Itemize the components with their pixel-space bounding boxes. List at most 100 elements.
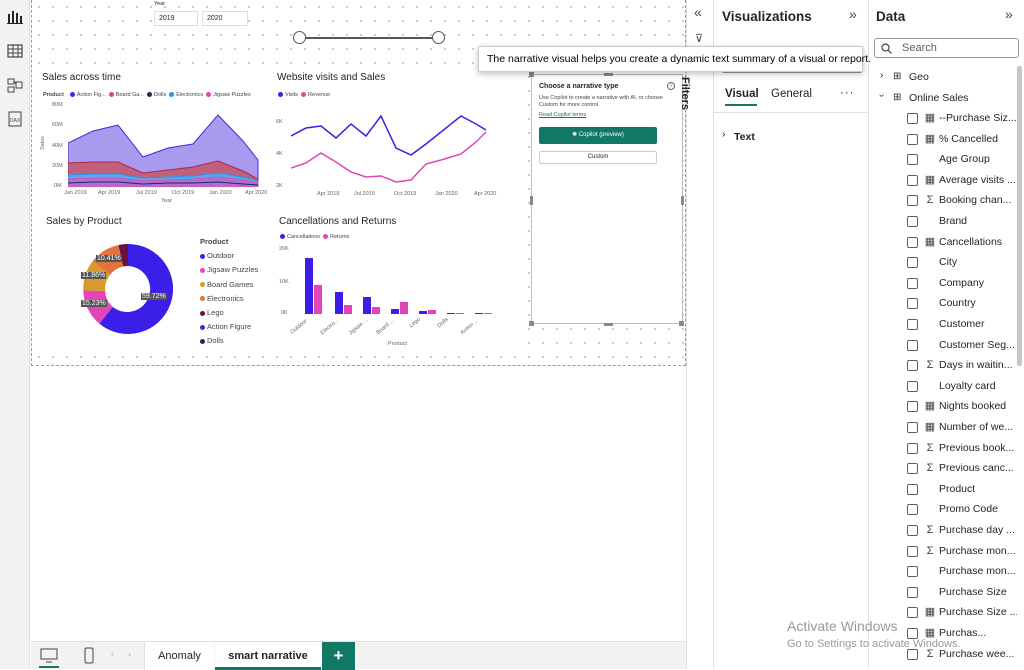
field-item[interactable]: Σ Purchase day ...: [869, 520, 1017, 540]
field-item[interactable]: ▦% Cancelled: [869, 129, 1017, 149]
field-checkbox[interactable]: [907, 463, 918, 475]
field-checkbox[interactable]: [907, 113, 918, 124]
resize-handle[interactable]: [679, 321, 684, 326]
desktop-layout-icon[interactable]: [40, 648, 58, 663]
field-checkbox[interactable]: [907, 319, 918, 330]
resize-handle[interactable]: [529, 72, 534, 77]
field-checkbox[interactable]: [907, 257, 918, 269]
field-item[interactable]: Promo Code: [869, 499, 1017, 519]
field-item[interactable]: Customer: [869, 314, 1017, 334]
field-item[interactable]: ▦ Cancellations: [869, 232, 1017, 252]
collapse-chevron-icon[interactable]: »: [849, 6, 857, 22]
resize-handle[interactable]: [681, 196, 684, 205]
field-item[interactable]: Σ Booking chan...: [869, 190, 1017, 210]
field-item[interactable]: Σ Days in waitin...: [869, 355, 1017, 375]
search-input[interactable]: Search: [902, 42, 937, 54]
resize-handle[interactable]: [530, 196, 533, 205]
collapse-chevron-icon[interactable]: »: [1005, 6, 1013, 22]
field-checkbox[interactable]: [907, 483, 918, 495]
field-checkbox[interactable]: [907, 380, 918, 392]
field-checkbox[interactable]: [907, 586, 918, 598]
field-item[interactable]: Customer Seg...: [869, 335, 1017, 355]
field-checkbox[interactable]: [907, 216, 918, 227]
field-checkbox[interactable]: [907, 401, 918, 413]
field-checkbox[interactable]: [907, 607, 918, 619]
field-checkbox[interactable]: [907, 360, 918, 372]
field-checkbox[interactable]: [907, 566, 918, 578]
field-checkbox[interactable]: [907, 154, 918, 166]
field-item[interactable]: ▦ Nights booked: [869, 396, 1017, 416]
slicer-from-input[interactable]: 2019: [154, 11, 198, 26]
model-view-icon[interactable]: [6, 76, 24, 94]
website-visits-chart[interactable]: Website visits and Sales Visits Revenue 6…: [273, 70, 521, 208]
report-view-icon[interactable]: [6, 8, 24, 26]
legend-item: Visits: [285, 92, 299, 98]
field-checkbox[interactable]: [907, 133, 918, 145]
scrollbar[interactable]: [1017, 66, 1022, 366]
field-item[interactable]: ▦ --Purchase Siz...: [869, 108, 1017, 128]
next-page-icon[interactable]: ›: [128, 649, 131, 659]
field-checkbox[interactable]: [907, 442, 918, 454]
field-checkbox[interactable]: [907, 525, 918, 536]
cancellations-returns-chart[interactable]: Cancellations and Returns Cancellations R…: [275, 214, 521, 354]
section-text[interactable]: Text: [734, 131, 755, 143]
field-item[interactable]: Purchase Size: [869, 582, 1017, 602]
tab-smart-narrative[interactable]: smart narrative: [215, 642, 321, 670]
tab-general[interactable]: General: [771, 88, 812, 100]
field-checkbox[interactable]: [907, 174, 918, 186]
field-item[interactable]: Company: [869, 273, 1017, 293]
year-slicer[interactable]: Year 2019 2020: [150, 0, 480, 44]
prev-page-icon[interactable]: ‹: [111, 649, 114, 659]
slicer-end-handle[interactable]: [432, 31, 445, 44]
field-checkbox[interactable]: [907, 277, 918, 289]
tab-visual[interactable]: Visual: [725, 88, 759, 100]
field-checkbox[interactable]: [907, 298, 918, 310]
custom-button[interactable]: Custom: [539, 151, 657, 164]
more-options-icon[interactable]: ···: [840, 87, 855, 99]
field-item[interactable]: ▦ Average visits ...: [869, 170, 1017, 190]
copilot-terms-link[interactable]: Read Copilot terms: [539, 112, 586, 118]
filters-collapsed-strip[interactable]: « ⊽ Filters: [679, 0, 713, 669]
sales-across-time-chart[interactable]: Sales across time Product Action Fig... Bo…: [38, 70, 274, 208]
expand-chevron-icon[interactable]: «: [694, 4, 702, 20]
info-icon[interactable]: i: [667, 82, 675, 90]
field-item[interactable]: City: [869, 252, 1017, 272]
field-item[interactable]: Age Group: [869, 149, 1017, 169]
field-item[interactable]: Σ Previous book...: [869, 438, 1017, 458]
mobile-layout-icon[interactable]: [83, 647, 95, 664]
resize-handle[interactable]: [529, 321, 534, 326]
field-item[interactable]: ▦ Number of we...: [869, 417, 1017, 437]
search-box[interactable]: Search: [874, 38, 1019, 58]
field-checkbox[interactable]: [907, 195, 918, 207]
field-checkbox[interactable]: [907, 648, 918, 660]
field-item[interactable]: Country: [869, 293, 1017, 313]
filters-label[interactable]: Filters: [679, 77, 691, 110]
copilot-button[interactable]: ✺ Copilot (preview): [539, 127, 657, 144]
field-checkbox[interactable]: [907, 236, 918, 248]
resize-handle[interactable]: [604, 73, 613, 76]
dax-query-view-icon[interactable]: DAX: [6, 110, 24, 128]
expand-section-icon[interactable]: ›: [722, 129, 725, 140]
sales-by-product-chart[interactable]: Sales by Product 59.72% 15.23% 11.86% 10…: [38, 214, 274, 354]
expand-icon[interactable]: ›: [880, 70, 883, 81]
field-checkbox[interactable]: [907, 422, 918, 433]
field-checkbox[interactable]: [907, 339, 918, 351]
field-checkbox[interactable]: [907, 504, 918, 516]
field-item[interactable]: Brand: [869, 211, 1017, 231]
table-online-sales[interactable]: › ⊞ Online Sales: [869, 88, 1017, 108]
slicer-start-handle[interactable]: [293, 31, 306, 44]
add-page-button[interactable]: +: [322, 642, 355, 670]
narrative-visual[interactable]: Choose a narrative type i Use Copilot to…: [529, 72, 684, 326]
field-item[interactable]: Loyalty card: [869, 376, 1017, 396]
slicer-to-input[interactable]: 2020: [202, 11, 248, 26]
table-view-icon[interactable]: [6, 42, 24, 60]
field-item[interactable]: Product: [869, 479, 1017, 499]
tab-anomaly[interactable]: Anomaly: [144, 642, 214, 670]
collapse-icon[interactable]: ›: [876, 94, 887, 97]
table-geo[interactable]: › ⊞ Geo: [869, 67, 1017, 87]
field-item[interactable]: Σ Previous canc...: [869, 458, 1017, 478]
resize-handle[interactable]: [604, 323, 613, 326]
field-checkbox[interactable]: [907, 545, 918, 557]
field-item[interactable]: Σ Purchase mon...: [869, 541, 1017, 561]
field-item[interactable]: Purchase mon...: [869, 561, 1017, 581]
